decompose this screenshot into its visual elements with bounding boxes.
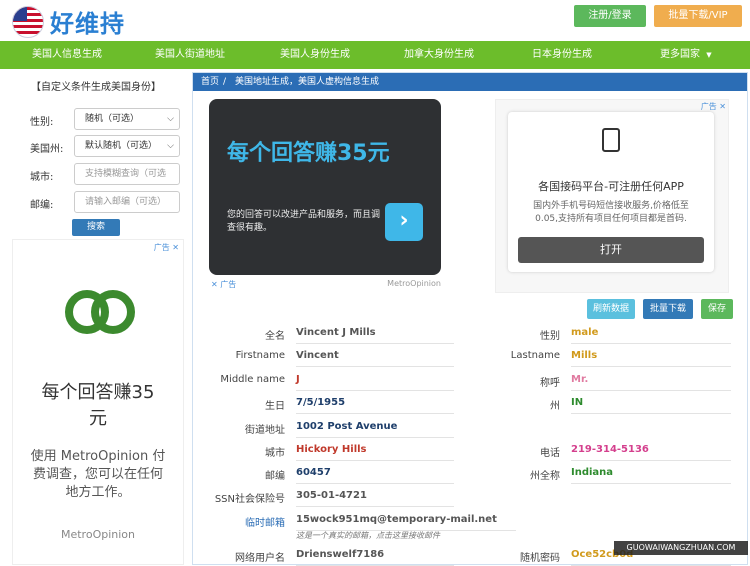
site-logo[interactable]: 好维持	[50, 4, 125, 39]
zip-value: 60457	[296, 467, 454, 484]
breadcrumb: 首页 / 美国地址生成，美国人虚构信息生成	[193, 73, 747, 91]
save-button[interactable]: 保存	[701, 299, 733, 319]
adchoices-icon[interactable]: 广告 ✕	[154, 242, 179, 253]
middlename-label: Middle name	[220, 374, 285, 385]
ssn-value: 305-01-4721	[296, 490, 454, 507]
state-full-label: 州全称	[530, 471, 560, 482]
chevron-down-icon: ⌵	[167, 141, 174, 151]
us-flag-icon	[12, 6, 44, 38]
ad-dark-footer: ✕ 广告 MetroOpinion	[209, 279, 441, 291]
nav-us-info[interactable]: 美国人信息生成	[32, 41, 102, 69]
state-select-value: 默认随机（可选）	[85, 141, 158, 151]
breadcrumb-separator: /	[223, 77, 227, 87]
zip-label: 邮编:	[30, 200, 54, 211]
email-note[interactable]: 这是一个真实的邮箱，点击这里接收邮件	[296, 530, 440, 541]
refresh-data-button[interactable]: 刷新数据	[587, 299, 635, 319]
gender-select-value: 随机（可选）	[85, 114, 140, 124]
ad-right-card: 各国接码平台-可注册任何APP 国内外手机号码短信接收服务,价格低至0.05,支…	[508, 112, 714, 272]
phone-value: 219-314-5136	[571, 444, 731, 461]
breadcrumb-current: 美国地址生成，美国人虚构信息生成	[235, 77, 380, 87]
chevron-right-icon[interactable]: ›	[385, 203, 423, 241]
ad-right-body: 国内外手机号码短信接收服务,价格低至0.05,支持所有项目任何项目都是首码.	[533, 201, 689, 224]
gender-select[interactable]: 随机（可选） ⌵	[74, 108, 180, 130]
zip-field-label: 邮编	[265, 471, 285, 482]
phone-icon	[602, 128, 620, 152]
street-label: 街道地址	[245, 425, 285, 436]
ad-dark-headline: 每个回答赚35元	[227, 141, 390, 166]
lastname-label: Lastname	[510, 350, 560, 361]
birthday-value: 7/5/1955	[296, 397, 454, 414]
lastname-value: Mills	[571, 350, 731, 367]
ad-left-headline: 每个回答赚35元	[41, 382, 155, 429]
gender-value: male	[571, 327, 731, 344]
ad-right[interactable]: 广告 ✕ 各国接码平台-可注册任何APP 国内外手机号码短信接收服务,价格低至0…	[495, 99, 729, 293]
ad-left-body: 使用 MetroOpinion 付费调查，您可以在任何地方工作。	[30, 449, 166, 500]
batch-download-vip-button[interactable]: 批量下载/VIP	[654, 5, 742, 27]
register-login-button[interactable]: 注册/登录	[574, 5, 646, 27]
gender-label: 性别:	[30, 117, 54, 128]
ad-dark[interactable]: 每个回答赚35元 您的回答可以改进产品和服务，而且调查很有趣。 ›	[209, 99, 441, 275]
open-button[interactable]: 打开	[518, 237, 704, 263]
temp-email-label[interactable]: 临时邮箱	[195, 514, 285, 529]
adchoices-icon[interactable]: 广告 ✕	[701, 101, 726, 112]
search-button[interactable]: 搜索	[72, 219, 120, 236]
nav-more-countries[interactable]: 更多国家 ▼	[660, 41, 712, 69]
firstname-label: Firstname	[235, 350, 285, 361]
zip-row: 邮编: 请输入邮编（可选）	[6, 191, 186, 215]
city-input[interactable]: 支持模糊查询（可选	[74, 163, 180, 185]
username-label: 网络用户名	[235, 553, 285, 564]
state-select[interactable]: 默认随机（可选） ⌵	[74, 135, 180, 157]
city-label: 城市:	[30, 172, 54, 183]
city-row: 城市: 支持模糊查询（可选	[6, 163, 186, 187]
ad-right-title: 各国接码平台-可注册任何APP	[538, 180, 684, 193]
main-nav: 美国人信息生成 美国人街道地址 美国人身份生成 加拿大身份生成 日本身份生成 更…	[0, 41, 750, 69]
chevron-down-icon: ⌵	[167, 114, 174, 124]
title-value: Mr.	[571, 374, 731, 391]
ad-dark-brand: MetroOpinion	[387, 279, 441, 288]
firstname-value: Vincent	[296, 350, 454, 367]
city-field-label: 城市	[265, 448, 285, 459]
batch-download-button[interactable]: 批量下载	[643, 299, 693, 319]
watermark: GUOWAIWANGZHUAN.COM	[614, 541, 748, 555]
sidebar: 【自定义条件生成美国身份】 性别: 随机（可选） ⌵ 美国州: 默认随机（可选）…	[6, 72, 186, 565]
password-label: 随机密码	[520, 553, 560, 564]
state-row: 美国州: 默认随机（可选） ⌵	[6, 135, 186, 159]
nav-us-street[interactable]: 美国人街道地址	[155, 41, 225, 69]
title-label: 称呼	[540, 378, 560, 389]
metroopinion-logo	[63, 290, 143, 350]
caret-down-icon: ▼	[706, 51, 712, 59]
nav-us-identity[interactable]: 美国人身份生成	[280, 41, 350, 69]
temp-email-value: 15wock951mq@temporary-mail.net	[296, 514, 516, 531]
nav-canada-identity[interactable]: 加拿大身份生成	[404, 41, 474, 69]
ad-dark-body: 您的回答可以改进产品和服务，而且调查很有趣。	[227, 210, 381, 233]
street-value: 1002 Post Avenue	[296, 421, 454, 438]
header: 好维持 注册/登录 批量下载/VIP	[0, 0, 750, 41]
fullname-label: 全名	[265, 331, 285, 342]
phone-label: 电话	[540, 448, 560, 459]
sidebar-title: 【自定义条件生成美国身份】	[31, 82, 161, 93]
gender-field-label: 性别	[540, 331, 560, 342]
adchoices-icon[interactable]: ✕ 广告	[211, 279, 236, 290]
state-value: IN	[571, 397, 731, 414]
ssn-label: SSN社会保险号	[214, 494, 285, 505]
zip-input[interactable]: 请输入邮编（可选）	[74, 191, 180, 213]
state-field-label: 州	[550, 401, 560, 412]
main-content: 首页 / 美国地址生成，美国人虚构信息生成 每个回答赚35元 您的回答可以改进产…	[192, 72, 748, 566]
fullname-value: Vincent J Mills	[296, 327, 454, 344]
birthday-label: 生日	[265, 401, 285, 412]
middlename-value: J	[296, 374, 454, 391]
ad-left-brand: MetroOpinion	[60, 528, 135, 541]
nav-japan-identity[interactable]: 日本身份生成	[532, 41, 592, 69]
ad-left[interactable]: 广告 ✕ 每个回答赚35元 使用 MetroOpinion 付费调查，您可以在任…	[12, 239, 184, 565]
state-full-value: Indiana	[571, 467, 731, 484]
breadcrumb-home[interactable]: 首页	[201, 73, 219, 91]
gender-row: 性别: 随机（可选） ⌵	[6, 108, 186, 132]
username-value: Drienswelf7186	[296, 549, 454, 566]
state-label: 美国州:	[30, 144, 64, 155]
city-value: Hickory Hills	[296, 444, 454, 461]
nav-more-label: 更多国家	[660, 49, 700, 60]
